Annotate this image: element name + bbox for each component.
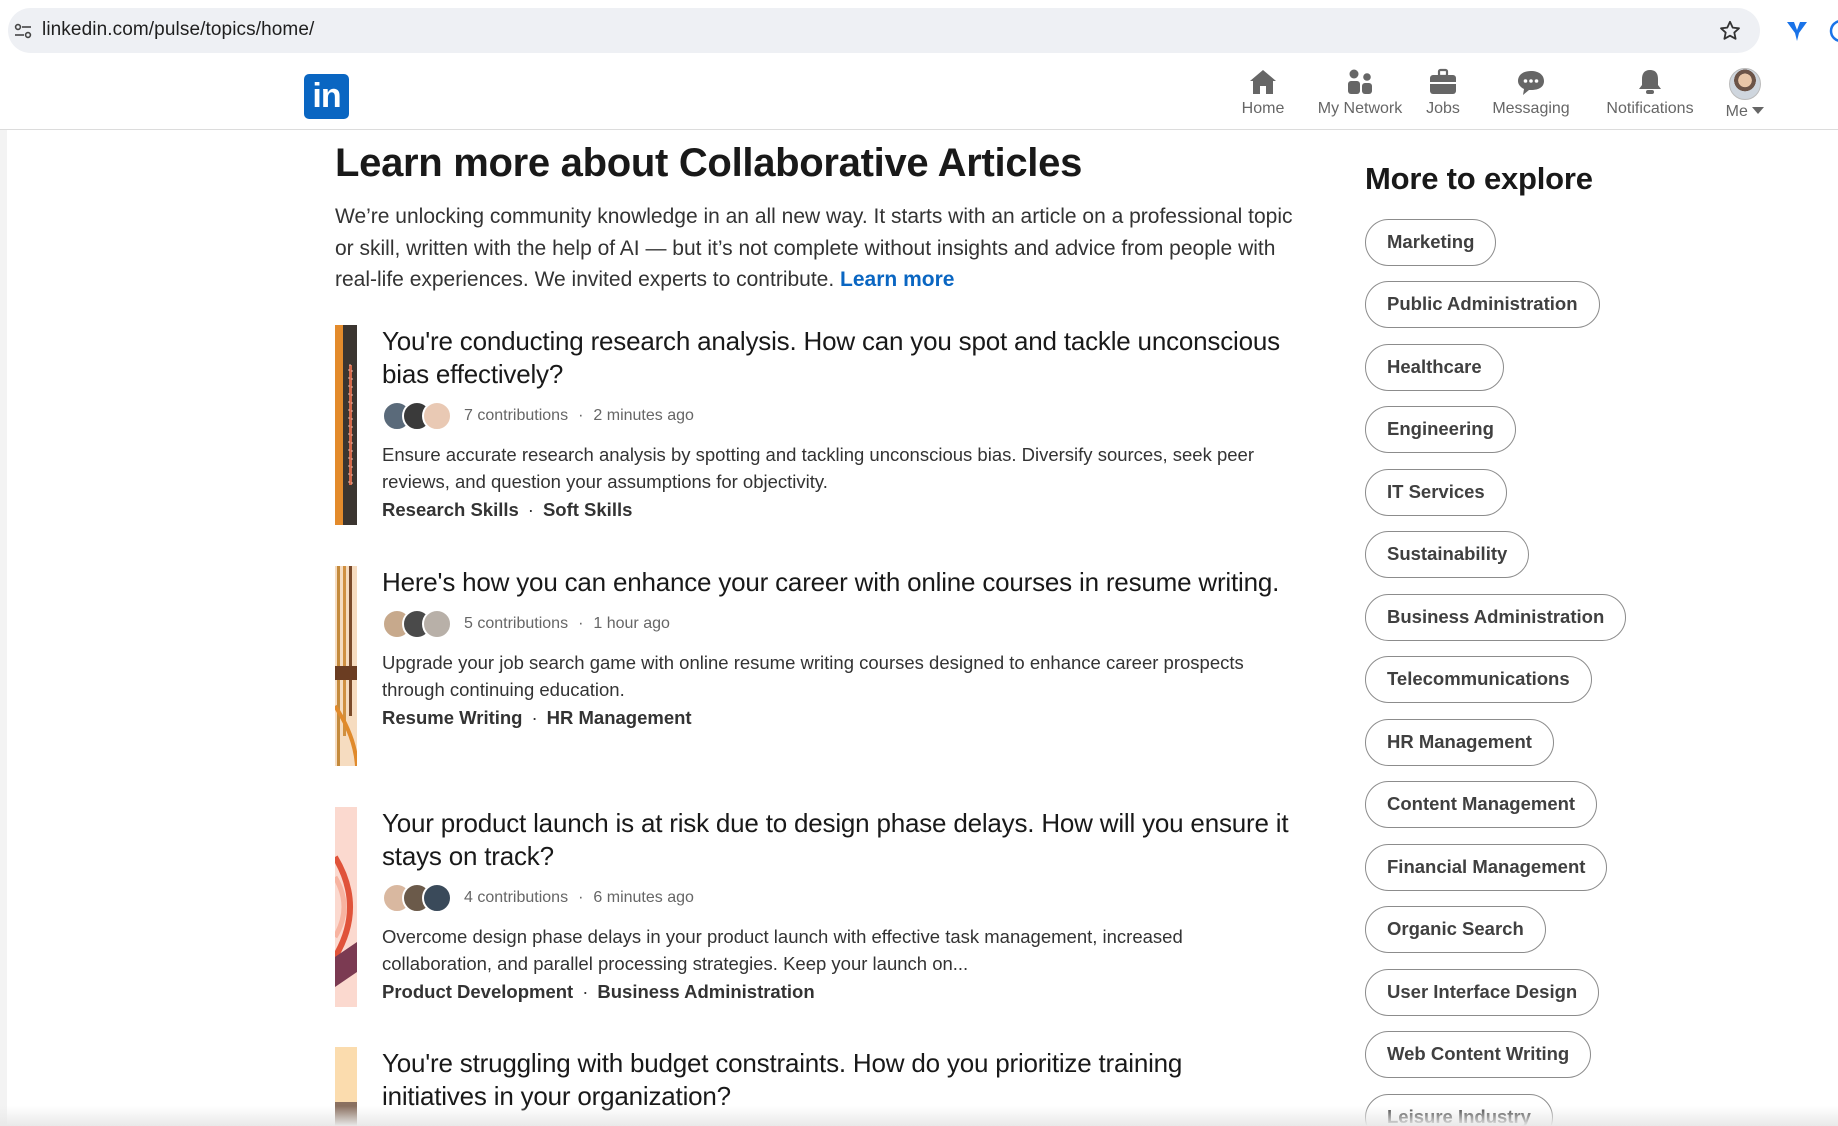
page-title: Learn more about Collaborative Articles xyxy=(335,141,1083,185)
extension-icon-2[interactable] xyxy=(1828,18,1838,44)
topic-pill-marketing[interactable]: Marketing xyxy=(1365,219,1497,266)
nav-home[interactable]: Home xyxy=(1230,68,1296,124)
window-edge xyxy=(0,60,7,1126)
topic-pill-hr-management[interactable]: HR Management xyxy=(1365,719,1554,766)
topic-pill-telecommunications[interactable]: Telecommunications xyxy=(1365,656,1592,703)
article-summary: Overcome design phase delays in your pro… xyxy=(382,926,1183,974)
nav-notifications[interactable]: Notifications xyxy=(1599,68,1701,124)
article-title[interactable]: Here's how you can enhance your career w… xyxy=(382,566,1292,599)
site-info-icon[interactable] xyxy=(14,23,32,39)
article-title[interactable]: You're conducting research analysis. How… xyxy=(382,325,1292,391)
browser-toolbar: linkedin.com/pulse/topics/home/ xyxy=(0,0,1838,60)
intro-text: We’re unlocking community knowledge in a… xyxy=(335,205,1293,291)
article-tag[interactable]: Product Development xyxy=(382,981,573,1002)
nav-my-network-label: My Network xyxy=(1317,100,1403,117)
nav-home-label: Home xyxy=(1241,100,1285,117)
article-time: 6 minutes ago xyxy=(593,889,694,906)
nav-jobs-label: Jobs xyxy=(1426,100,1460,117)
chat-bubble-icon xyxy=(1518,71,1544,95)
more-to-explore-title: More to explore xyxy=(1365,161,1593,196)
topic-pill-user-interface-design[interactable]: User Interface Design xyxy=(1365,969,1600,1016)
linkedin-logo[interactable]: in xyxy=(304,74,349,119)
article-tag[interactable]: Research Skills xyxy=(382,499,519,520)
article-card[interactable]: Here's how you can enhance your career w… xyxy=(335,566,1295,766)
url-text[interactable]: linkedin.com/pulse/topics/home/ xyxy=(42,19,314,41)
topic-pill-engineering[interactable]: Engineering xyxy=(1365,406,1516,453)
article-meta: 5 contributions · 1 hour ago xyxy=(382,607,1292,641)
topic-pill-web-content-writing[interactable]: Web Content Writing xyxy=(1365,1031,1592,1078)
top-nav: in Home My Network Jobs Messaging Notifi… xyxy=(0,60,1838,130)
article-time: 1 hour ago xyxy=(593,615,670,632)
nav-messaging-label: Messaging xyxy=(1492,100,1570,117)
nav-my-network[interactable]: My Network xyxy=(1305,68,1415,124)
learn-more-link[interactable]: Learn more xyxy=(840,268,954,291)
article-tags: Research Skills · Soft Skills xyxy=(382,499,633,520)
topic-pill-financial-management[interactable]: Financial Management xyxy=(1365,844,1608,891)
article-thumbnail[interactable] xyxy=(335,566,357,766)
article-title[interactable]: Your product launch is at risk due to de… xyxy=(382,807,1292,873)
article-tags: Product Development · Business Administrat… xyxy=(382,981,815,1002)
contribution-count[interactable]: 5 contributions xyxy=(464,615,568,633)
article-thumbnail[interactable] xyxy=(335,325,357,525)
topic-pill-business-administration[interactable]: Business Administration xyxy=(1365,594,1627,641)
nav-notifications-label: Notifications xyxy=(1606,100,1694,117)
article-title[interactable]: You're struggling with budget constraint… xyxy=(382,1047,1292,1113)
article-summary: Ensure accurate research analysis by spo… xyxy=(382,444,1254,492)
article-card[interactable]: Your product launch is at risk due to de… xyxy=(335,807,1295,1007)
topic-pill-public-administration[interactable]: Public Administration xyxy=(1365,281,1600,328)
topic-pill-organic-search[interactable]: Organic Search xyxy=(1365,906,1546,953)
contributor-avatar xyxy=(422,883,452,913)
contributor-avatars xyxy=(382,609,454,639)
topic-pill-healthcare[interactable]: Healthcare xyxy=(1365,344,1504,391)
extension-icon[interactable] xyxy=(1784,18,1810,44)
home-icon xyxy=(1250,70,1276,94)
topic-pill-content-management[interactable]: Content Management xyxy=(1365,781,1598,828)
article-tag[interactable]: Resume Writing xyxy=(382,707,522,728)
nav-messaging[interactable]: Messaging xyxy=(1488,68,1574,124)
nav-jobs[interactable]: Jobs xyxy=(1422,68,1464,124)
network-icon xyxy=(1348,69,1372,94)
article-tag[interactable]: Business Administration xyxy=(597,981,814,1002)
article-tag[interactable]: Soft Skills xyxy=(543,499,632,520)
contribution-count[interactable]: 4 contributions xyxy=(464,889,568,907)
briefcase-icon xyxy=(1430,68,1456,94)
article-thumbnail[interactable] xyxy=(335,807,357,1007)
contribution-count[interactable]: 7 contributions xyxy=(464,407,568,425)
contributor-avatars xyxy=(382,401,454,431)
contributor-avatar xyxy=(422,401,452,431)
article-summary: Upgrade your job search game with online… xyxy=(382,652,1244,700)
topic-pill-it-services[interactable]: IT Services xyxy=(1365,469,1507,516)
bottom-shadow xyxy=(0,1106,1838,1126)
article-time: 2 minutes ago xyxy=(593,407,694,424)
article-card[interactable]: You're conducting research analysis. How… xyxy=(335,325,1295,525)
bookmark-star-icon[interactable] xyxy=(1718,19,1742,43)
avatar xyxy=(1729,68,1761,100)
bell-icon xyxy=(1639,70,1661,94)
topic-pill-sustainability[interactable]: Sustainability xyxy=(1365,531,1530,578)
nav-me[interactable]: Me xyxy=(1720,68,1770,124)
caret-down-icon xyxy=(1752,107,1765,114)
article-meta: 4 contributions · 6 minutes ago xyxy=(382,881,1292,915)
contributor-avatars xyxy=(382,883,454,913)
article-tags: Resume Writing · HR Management xyxy=(382,707,692,728)
nav-me-label: Me xyxy=(1720,103,1770,121)
article-tag[interactable]: HR Management xyxy=(547,707,692,728)
article-meta: 7 contributions · 2 minutes ago xyxy=(382,399,1292,433)
contributor-avatar xyxy=(422,609,452,639)
